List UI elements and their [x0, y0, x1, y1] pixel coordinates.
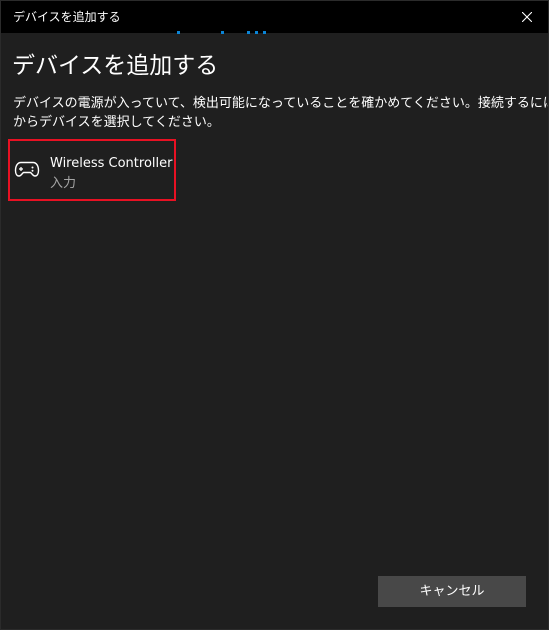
title-bar: デバイスを追加する: [1, 1, 548, 33]
instructions-line: からデバイスを選択してください。: [13, 115, 220, 130]
close-button[interactable]: [504, 1, 548, 33]
instructions-text: デバイスの電源が入っていて、検出可能になっていることを確かめてください。接続する…: [13, 94, 549, 132]
gamepad-icon: [14, 161, 40, 177]
searching-progress-indicator: [1, 31, 548, 37]
device-list-item[interactable]: Wireless Controller 入力: [8, 139, 176, 201]
cancel-button[interactable]: キャンセル: [378, 576, 526, 607]
instructions-line: デバイスの電源が入っていて、検出可能になっていることを確かめてください。接続する…: [13, 96, 549, 111]
window-title: デバイスを追加する: [13, 10, 121, 24]
close-icon: [522, 12, 532, 22]
device-type: 入力: [50, 176, 77, 191]
add-device-window: デバイスを追加する デバイスを追加する デバイスの電源が入っていて、検出可能にな…: [0, 0, 549, 630]
page-heading: デバイスを追加する: [12, 53, 219, 79]
device-name: Wireless Controller: [50, 156, 173, 171]
